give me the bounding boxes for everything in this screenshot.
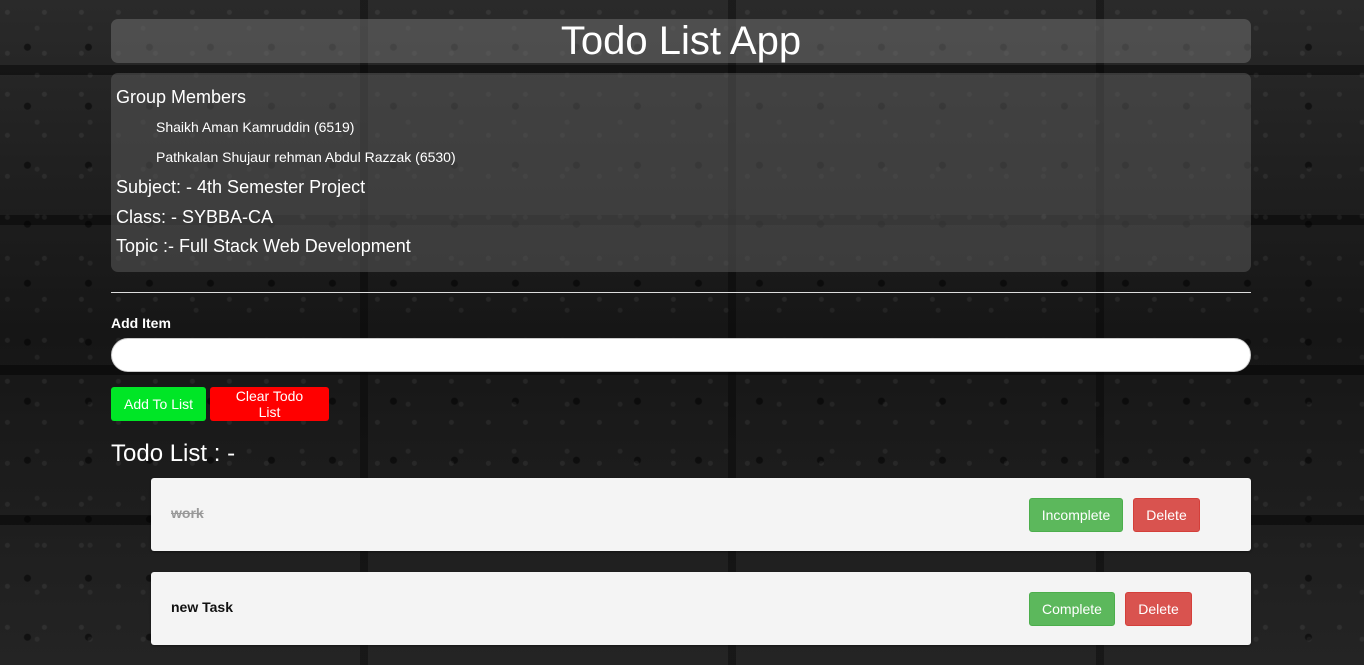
todo-item: new Task Complete Delete — [151, 572, 1251, 645]
divider — [111, 292, 1251, 293]
group-members-heading: Group Members — [116, 87, 247, 107]
complete-button[interactable]: Complete — [1029, 592, 1115, 626]
topic-line: Topic :- Full Stack Web Development — [116, 236, 411, 256]
clear-todo-list-button[interactable]: Clear Todo List — [210, 387, 329, 421]
member-item: Pathkalan Shujaur rehman Abdul Razzak (6… — [156, 149, 456, 165]
delete-button[interactable]: Delete — [1133, 498, 1200, 532]
page-title: Todo List App — [560, 19, 802, 63]
app-container: Todo List App Group Members Shaikh Aman … — [111, 19, 1251, 645]
member-item: Shaikh Aman Kamruddin (6519) — [156, 119, 355, 135]
add-item-input[interactable] — [111, 338, 1251, 372]
todo-item: work Incomplete Delete — [151, 478, 1251, 551]
delete-button[interactable]: Delete — [1125, 592, 1192, 626]
incomplete-button[interactable]: Incomplete — [1029, 498, 1123, 532]
project-info-panel: Group Members Shaikh Aman Kamruddin (651… — [111, 73, 1251, 272]
todo-item-text: work — [171, 505, 204, 521]
title-banner: Todo List App — [111, 19, 1251, 63]
todo-item-text: new Task — [171, 599, 233, 615]
class-line: Class: - SYBBA-CA — [116, 207, 274, 227]
subject-line: Subject: - 4th Semester Project — [116, 177, 366, 197]
add-to-list-button[interactable]: Add To List — [111, 387, 206, 421]
add-item-label: Add Item — [111, 315, 171, 331]
todo-list-heading: Todo List : - — [111, 440, 236, 467]
